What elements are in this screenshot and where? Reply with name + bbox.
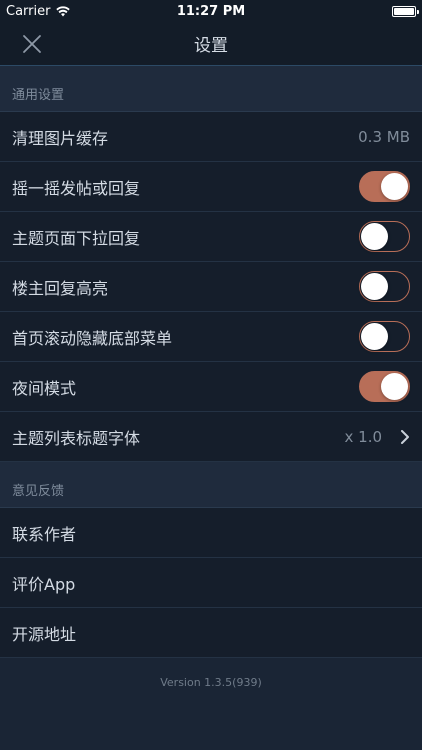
- highlight-op-toggle[interactable]: [359, 271, 410, 302]
- row-title-font[interactable]: 主题列表标题字体 x 1.0: [0, 412, 422, 462]
- pull-reply-toggle[interactable]: [359, 221, 410, 252]
- row-label: 主题列表标题字体: [12, 428, 141, 448]
- row-clear-cache[interactable]: 清理图片缓存 0.3 MB: [0, 112, 422, 162]
- row-rate-app[interactable]: 评价App: [0, 558, 422, 608]
- row-label: 楼主回复高亮: [12, 278, 109, 298]
- night-mode-toggle[interactable]: [359, 371, 410, 402]
- row-shake-reply: 摇一摇发帖或回复: [0, 162, 422, 212]
- row-hide-bottom-menu: 首页滚动隐藏底部菜单: [0, 312, 422, 362]
- close-icon[interactable]: [20, 32, 44, 56]
- hide-bottom-menu-toggle[interactable]: [359, 321, 410, 352]
- row-night-mode: 夜间模式: [0, 362, 422, 412]
- battery-icon: [392, 5, 419, 17]
- section-header-general: 通用设置: [0, 66, 422, 112]
- row-label: 联系作者: [12, 524, 77, 544]
- version-label: Version 1.3.5(939): [160, 676, 262, 689]
- row-right: x 1.0: [345, 428, 411, 446]
- toggle-knob: [361, 273, 388, 300]
- wifi-icon: [56, 5, 71, 16]
- title-font-value: x 1.0: [344, 427, 383, 446]
- toggle-knob: [361, 223, 388, 250]
- row-label: 夜间模式: [12, 378, 77, 398]
- toggle-knob: [361, 323, 388, 350]
- status-bar: Carrier 11:27 PM: [0, 0, 422, 22]
- row-label: 开源地址: [12, 624, 77, 644]
- status-left: Carrier: [6, 3, 71, 19]
- shake-reply-toggle[interactable]: [359, 171, 410, 202]
- carrier-label: Carrier: [6, 3, 51, 19]
- toggle-knob: [381, 373, 408, 400]
- row-label: 评价App: [12, 574, 76, 594]
- toggle-knob: [381, 173, 408, 200]
- row-label: 首页滚动隐藏底部菜单: [12, 328, 173, 348]
- row-highlight-op: 楼主回复高亮: [0, 262, 422, 312]
- cache-size-value: 0.3 MB: [358, 127, 410, 146]
- page-title: 设置: [194, 36, 228, 56]
- row-label: 摇一摇发帖或回复: [12, 178, 141, 198]
- row-contact-author[interactable]: 联系作者: [0, 508, 422, 558]
- row-label: 主题页面下拉回复: [12, 228, 141, 248]
- nav-bar: 设置: [0, 22, 422, 66]
- row-source-code[interactable]: 开源地址: [0, 608, 422, 658]
- chevron-right-icon: [401, 429, 409, 444]
- row-pull-reply: 主题页面下拉回复: [0, 212, 422, 262]
- section-header-feedback: 意见反馈: [0, 462, 422, 508]
- row-label: 清理图片缓存: [12, 128, 109, 148]
